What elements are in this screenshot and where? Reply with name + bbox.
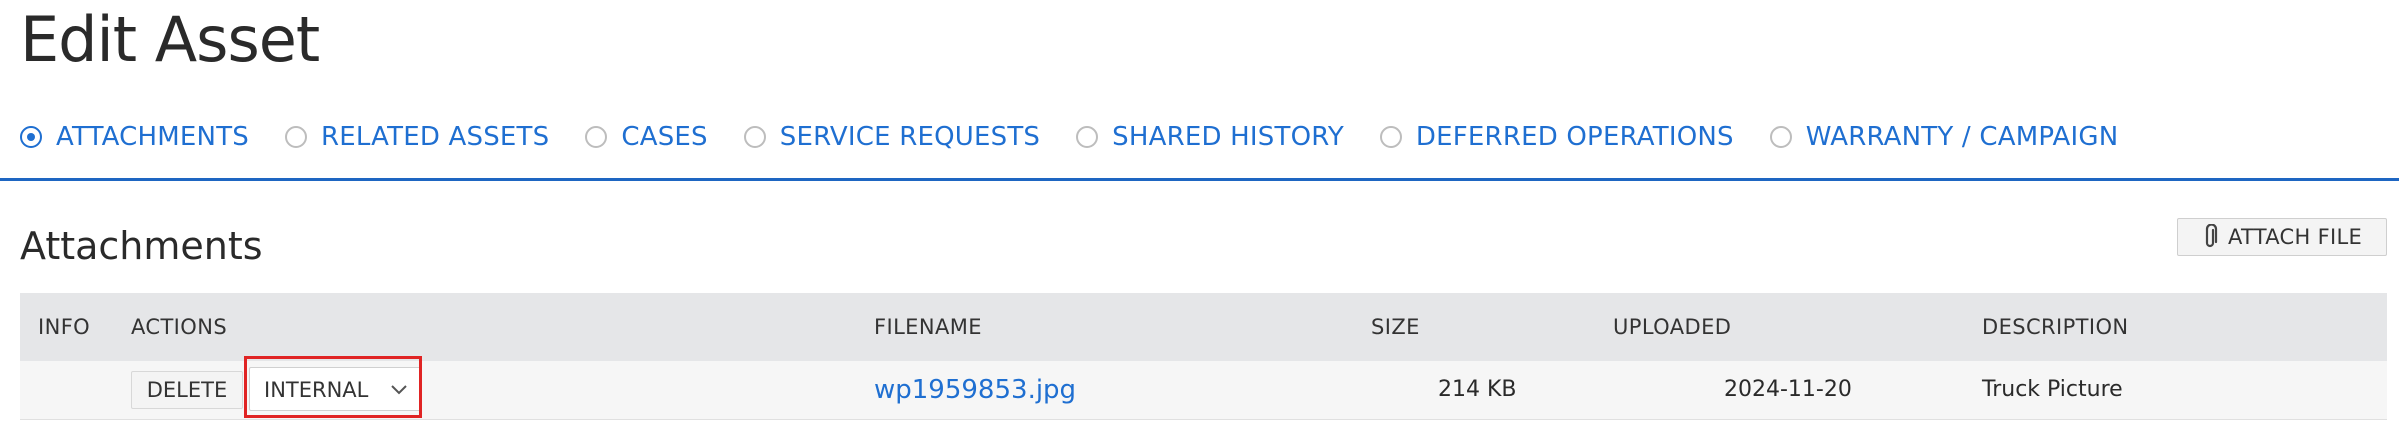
table-row: DELETE INTERNAL wp1959853.jpg 214 KB 202… [20, 361, 2387, 420]
tab-cases[interactable]: CASES [585, 122, 708, 152]
col-actions: ACTIONS [131, 315, 228, 339]
tab-bar: ATTACHMENTS RELATED ASSETS CASES SERVICE… [20, 118, 2154, 156]
filename-link[interactable]: wp1959853.jpg [874, 361, 1076, 419]
radio-shared-history[interactable] [1076, 126, 1099, 148]
delete-button[interactable]: DELETE [131, 371, 243, 409]
col-description: DESCRIPTION [1982, 315, 2129, 339]
visibility-value: INTERNAL [264, 378, 369, 402]
tab-label: CASES [621, 122, 708, 152]
radio-related-assets[interactable] [285, 126, 307, 148]
tab-divider [0, 178, 2399, 181]
tab-related-assets[interactable]: RELATED ASSETS [285, 122, 549, 152]
radio-warranty-campaign[interactable] [1769, 126, 1792, 148]
attach-file-button[interactable]: ATTACH FILE [2177, 218, 2387, 256]
file-size: 214 KB [1438, 377, 1517, 402]
radio-cases[interactable] [585, 126, 608, 148]
radio-service-requests[interactable] [743, 126, 766, 148]
radio-deferred-operations[interactable] [1379, 126, 1402, 148]
tab-label: SERVICE REQUESTS [779, 122, 1041, 152]
radio-attachments[interactable] [20, 126, 42, 148]
tab-service-requests[interactable]: SERVICE REQUESTS [743, 122, 1041, 152]
tab-attachments[interactable]: ATTACHMENTS [20, 122, 249, 152]
file-description: Truck Picture [1982, 377, 2123, 402]
col-size: SIZE [1371, 315, 1420, 339]
col-filename: FILENAME [874, 315, 982, 339]
visibility-select[interactable]: INTERNAL [249, 367, 421, 411]
tab-deferred-operations[interactable]: DEFERRED OPERATIONS [1379, 122, 1734, 152]
tab-label: SHARED HISTORY [1112, 122, 1344, 152]
chevron-down-icon [390, 382, 408, 396]
paperclip-icon [2202, 223, 2218, 250]
attach-file-label: ATTACH FILE [2227, 225, 2363, 249]
tab-label: DEFERRED OPERATIONS [1415, 122, 1734, 152]
col-uploaded: UPLOADED [1613, 315, 1732, 339]
col-info: INFO [38, 315, 91, 339]
attachments-table: INFO ACTIONS FILENAME SIZE UPLOADED DESC… [20, 293, 2387, 420]
uploaded-date: 2024-11-20 [1724, 377, 1852, 402]
table-header: INFO ACTIONS FILENAME SIZE UPLOADED DESC… [20, 293, 2387, 361]
tab-shared-history[interactable]: SHARED HISTORY [1076, 122, 1344, 152]
tab-label: RELATED ASSETS [321, 122, 550, 152]
tab-label: WARRANTY / CAMPAIGN [1805, 122, 2119, 152]
attachments-title: Attachments [20, 224, 263, 268]
tab-warranty-campaign[interactable]: WARRANTY / CAMPAIGN [1769, 122, 2119, 152]
page-title: Edit Asset [20, 3, 320, 76]
tab-label: ATTACHMENTS [56, 122, 249, 152]
